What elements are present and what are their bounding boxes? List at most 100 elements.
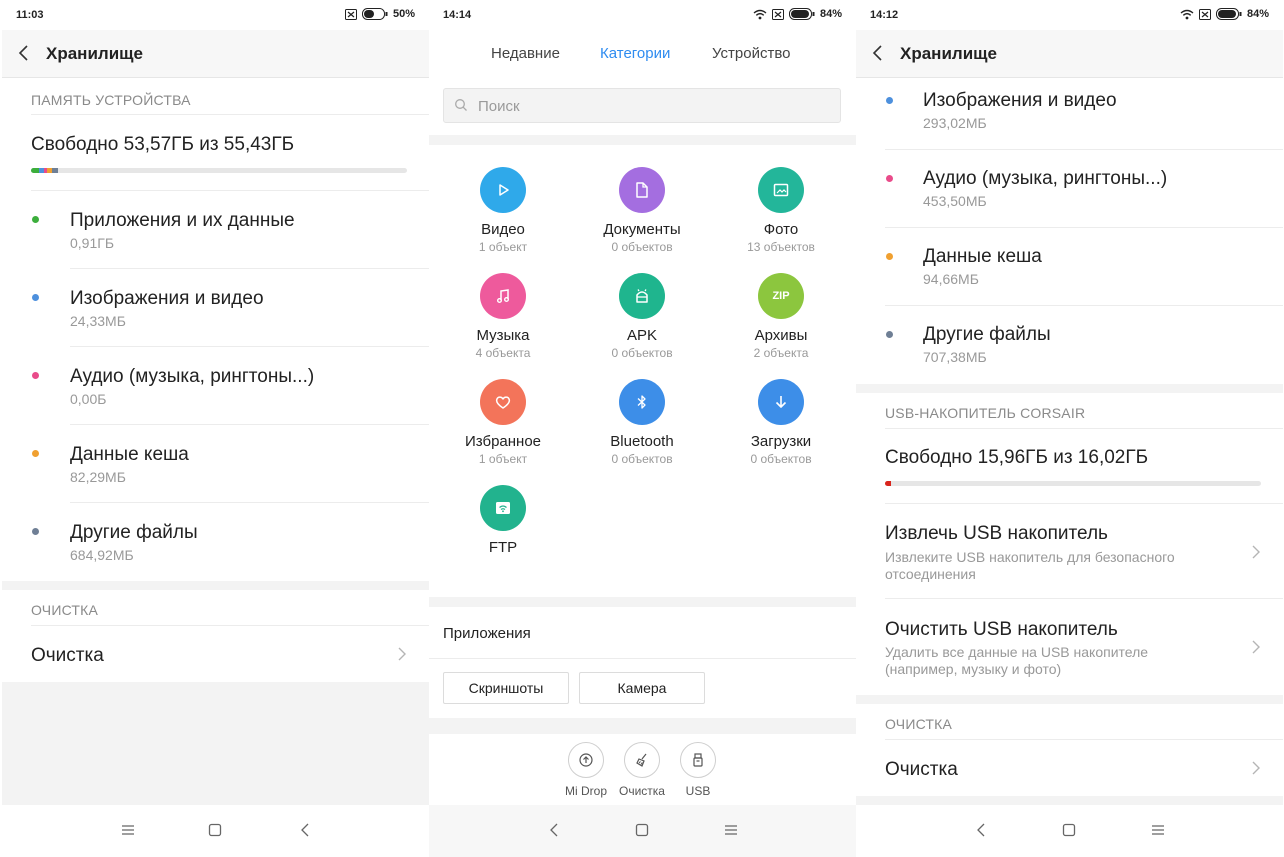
tool-cleaner[interactable]: Очистка	[612, 742, 672, 798]
category-row[interactable]: Данные кеша 82,29МБ	[2, 425, 429, 503]
usb-usage-bar	[885, 481, 1261, 486]
format-usb-label: Очистить USB накопитель	[885, 619, 1118, 640]
home-icon[interactable]	[1061, 823, 1077, 842]
zip-icon-text: ZIP	[772, 290, 790, 302]
chevron-right-icon	[1251, 544, 1261, 565]
category-color-dot	[886, 253, 893, 260]
format-usb-row[interactable]: Очистить USB накопитель Удалить все данн…	[856, 599, 1283, 695]
android-icon	[619, 273, 665, 319]
home-icon[interactable]	[207, 823, 223, 842]
chevron-right-icon	[397, 646, 407, 667]
category-tile[interactable]: ZIP Архивы 2 объекта	[711, 273, 851, 373]
status-bar: 14:14 84%	[429, 0, 856, 30]
category-tile[interactable]: Музыка 4 объекта	[433, 273, 573, 373]
midrop-icon	[568, 742, 604, 778]
tile-count: 0 объектов	[611, 240, 673, 254]
back-icon[interactable]	[547, 823, 563, 842]
category-size: 82,29МБ	[70, 469, 126, 485]
tile-name: Документы	[603, 221, 681, 238]
cleanup-row[interactable]: Очистка	[856, 740, 1283, 796]
tool-midrop[interactable]: Mi Drop	[556, 742, 616, 798]
section-gap	[856, 384, 1283, 393]
section-header-device-memory: ПАМЯТЬ УСТРОЙСТВА	[2, 80, 429, 116]
music-icon	[480, 273, 526, 319]
category-size: 453,50МБ	[923, 193, 987, 209]
category-tile[interactable]: Bluetooth 0 объектов	[572, 379, 712, 479]
tile-count: 0 объектов	[750, 452, 812, 466]
category-color-dot	[886, 175, 893, 182]
home-icon[interactable]	[634, 823, 650, 842]
category-color-dot	[886, 97, 893, 104]
tile-count: 1 объект	[478, 452, 528, 466]
system-nav-bar	[856, 805, 1283, 857]
category-size: 0,91ГБ	[70, 235, 115, 251]
menu-icon[interactable]	[723, 823, 739, 842]
status-bar: 11:03 50%	[2, 0, 429, 30]
category-color-dot	[32, 294, 39, 301]
category-name: Изображения и видео	[923, 90, 1117, 111]
divider	[885, 305, 1283, 306]
free-space-text: Свободно 53,57ГБ из 55,43ГБ	[31, 134, 295, 155]
tool-usb[interactable]: USB	[668, 742, 728, 798]
category-tile[interactable]: APK 0 объектов	[572, 273, 712, 373]
back-icon[interactable]	[298, 823, 314, 842]
menu-icon[interactable]	[120, 823, 136, 842]
section-gap	[429, 597, 856, 607]
category-row[interactable]: Изображения и видео 293,02МБ	[856, 79, 1283, 157]
search-box[interactable]	[443, 88, 841, 123]
tab-recent[interactable]: Недавние	[491, 45, 560, 62]
page-title: Хранилище	[900, 44, 997, 63]
menu-icon[interactable]	[1150, 823, 1166, 842]
category-row[interactable]: Другие файлы 684,92МБ	[2, 503, 429, 581]
eject-usb-row[interactable]: Извлечь USB накопитель Извлеките USB нак…	[856, 504, 1283, 598]
category-tile[interactable]: Загрузки 0 объектов	[711, 379, 851, 479]
storage-screen-device: 11:03 50% Хранилище ПАМЯТЬ УСТРОЙСТВА Св…	[2, 0, 429, 857]
app-chip-camera[interactable]: Камера	[579, 672, 705, 704]
app-chip-screenshots[interactable]: Скриншоты	[443, 672, 569, 704]
category-tile[interactable]: Фото 13 объектов	[711, 167, 851, 267]
tile-count: 1 объект	[478, 240, 528, 254]
usage-segment-apps	[31, 168, 39, 173]
category-row[interactable]: Аудио (музыка, рингтоны...) 453,50МБ	[856, 157, 1283, 235]
tile-name: Избранное	[464, 433, 542, 450]
section-gap	[429, 718, 856, 734]
bluetooth-icon	[619, 379, 665, 425]
tool-label: Очистка	[619, 784, 665, 798]
status-time: 11:03	[16, 9, 44, 21]
tab-device[interactable]: Устройство	[712, 45, 790, 62]
category-row[interactable]: Изображения и видео 24,33МБ	[2, 269, 429, 347]
tile-name: Bluetooth	[610, 433, 674, 450]
title-bar: Хранилище	[2, 30, 429, 78]
divider	[885, 149, 1283, 150]
tile-name: FTP	[488, 539, 518, 556]
category-row[interactable]: Другие файлы 707,38МБ	[856, 313, 1283, 391]
category-tile[interactable]: Документы 0 объектов	[572, 167, 712, 267]
category-row[interactable]: Аудио (музыка, рингтоны...) 0,00Б	[2, 347, 429, 425]
category-name: Данные кеша	[923, 246, 1042, 267]
zip-icon: ZIP	[758, 273, 804, 319]
cleanup-row[interactable]: Очистка	[2, 626, 429, 682]
category-tile[interactable]: FTP	[433, 485, 573, 585]
search-input[interactable]	[478, 96, 818, 116]
divider	[885, 428, 1283, 429]
section-gap	[2, 581, 429, 590]
category-name: Приложения и их данные	[70, 210, 295, 231]
category-name: Изображения и видео	[70, 288, 264, 309]
divider	[429, 658, 856, 659]
category-tile[interactable]: Избранное 1 объект	[433, 379, 573, 479]
category-size: 684,92МБ	[70, 547, 134, 563]
back-arrow-icon[interactable]	[870, 44, 884, 67]
tool-label: Mi Drop	[564, 784, 607, 798]
category-row[interactable]: Данные кеша 94,66МБ	[856, 235, 1283, 313]
back-arrow-icon[interactable]	[16, 44, 30, 67]
broom-icon	[624, 742, 660, 778]
section-gap	[856, 796, 1283, 805]
category-tile[interactable]: Видео 1 объект	[433, 167, 573, 267]
usb-free-space-text: Свободно 15,96ГБ из 16,02ГБ	[885, 447, 1149, 468]
format-usb-description: Удалить все данные на USB накопителе (на…	[885, 644, 1149, 677]
back-icon[interactable]	[974, 823, 990, 842]
category-row[interactable]: Приложения и их данные 0,91ГБ	[2, 191, 429, 269]
tab-categories[interactable]: Категории	[600, 45, 670, 62]
status-time: 14:14	[443, 9, 472, 21]
category-name: Аудио (музыка, рингтоны...)	[70, 366, 315, 387]
